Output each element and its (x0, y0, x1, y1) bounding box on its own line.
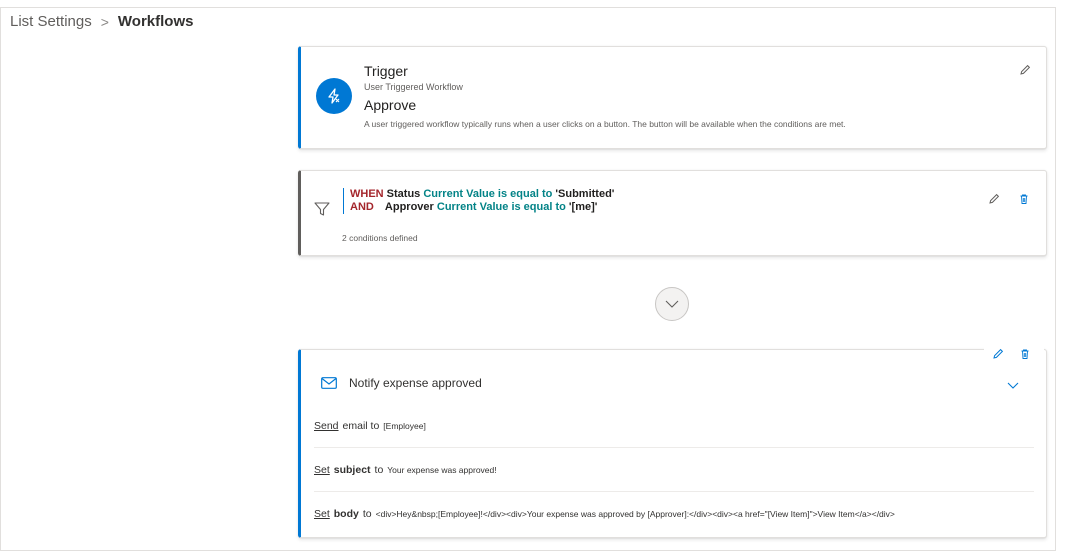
action-card[interactable]: Notify expense approved Send email to [E… (298, 349, 1047, 538)
action-steps: Send email to [Employee] Set subject to … (314, 404, 1034, 536)
trigger-name: Approve (364, 97, 417, 113)
step-verb[interactable]: Set (314, 464, 330, 476)
action-title: Notify expense approved (349, 376, 482, 390)
step-target: to (362, 508, 372, 520)
lightning-bolt-icon (316, 78, 352, 114)
condition-count: 2 conditions defined (342, 233, 418, 243)
action-step[interactable]: Send email to [Employee] (314, 404, 1034, 448)
trash-icon (1021, 349, 1029, 359)
condition-line: WHEN Status Current Value is equal to 'S… (350, 188, 614, 201)
conditions-card[interactable]: WHEN Status Current Value is equal to 'S… (298, 170, 1047, 256)
mail-icon (321, 377, 337, 389)
breadcrumb-list-settings[interactable]: List Settings (10, 13, 92, 30)
trigger-card[interactable]: Trigger User Triggered Workflow Approve … (298, 46, 1047, 149)
pencil-icon (993, 348, 1004, 359)
delete-conditions-button[interactable] (1016, 191, 1032, 207)
condition-field: Status (386, 188, 421, 200)
condition-keyword: WHEN (350, 188, 384, 200)
breadcrumb-separator: > (100, 13, 109, 30)
edit-action-button[interactable] (990, 346, 1006, 362)
condition-keyword: AND (350, 201, 374, 213)
condition-operator: Current Value is equal to (436, 201, 566, 213)
trash-icon (1020, 194, 1028, 204)
trigger-subtitle: User Triggered Workflow (364, 82, 463, 92)
step-verb[interactable]: Send (314, 420, 339, 432)
condition-value: 'Submitted' (555, 188, 615, 200)
step-property: body (333, 508, 359, 520)
edit-trigger-button[interactable] (1017, 62, 1033, 78)
breadcrumb-current: Workflows (117, 13, 194, 30)
action-header[interactable]: Notify expense approved (321, 376, 482, 390)
edit-conditions-button[interactable] (986, 191, 1002, 207)
step-value: [Employee] (383, 420, 426, 431)
step-verb[interactable]: Set (314, 508, 330, 520)
pencil-icon (989, 193, 1000, 204)
filter-icon (314, 202, 330, 216)
pencil-icon (1020, 64, 1031, 75)
action-toolbar (984, 343, 1044, 365)
step-value: <div>Hey&nbsp;[Employee]!</div><div>Your… (375, 509, 895, 519)
condition-line: AND Approver Current Value is equal to '… (350, 201, 614, 214)
step-value: Your expense was approved! (387, 464, 497, 475)
trigger-title: Trigger (364, 63, 408, 79)
collapse-action-button[interactable] (1005, 377, 1021, 393)
action-step[interactable]: Set subject to Your expense was approved… (314, 448, 1034, 492)
step-target: to (374, 463, 384, 476)
breadcrumb: List Settings > Workflows (10, 13, 193, 30)
expand-actions-button[interactable] (655, 287, 689, 321)
delete-action-button[interactable] (1017, 346, 1033, 362)
step-target: email to (342, 419, 380, 432)
action-step[interactable]: Set body to <div>Hey&nbsp;[Employee]!</d… (314, 492, 1034, 536)
step-property: subject (333, 463, 371, 476)
trigger-description: A user triggered workflow typically runs… (364, 119, 846, 129)
condition-lines: WHEN Status Current Value is equal to 'S… (343, 188, 614, 214)
condition-field: Approver (384, 201, 434, 213)
condition-operator: Current Value is equal to (423, 188, 553, 200)
condition-value: '[me]' (568, 201, 598, 213)
chevron-down-icon (665, 300, 679, 308)
chevron-down-icon (1007, 382, 1019, 389)
